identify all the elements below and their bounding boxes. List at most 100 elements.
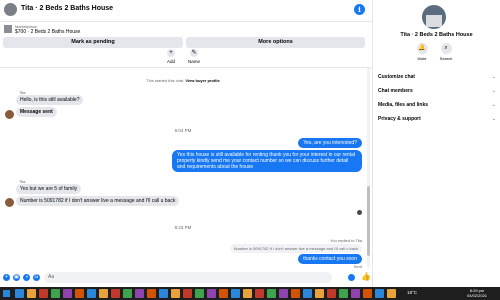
pencil-icon: ✎	[190, 49, 198, 57]
taskbar-app-icon[interactable]	[255, 289, 264, 298]
taskbar-app-icon[interactable]	[327, 289, 336, 298]
menu-item-label: Media, files and links	[378, 102, 429, 108]
message-list: This started this chat. View buyer profi…	[0, 68, 366, 269]
chevron-down-icon: ⌄	[491, 74, 496, 80]
thumbs-up-icon[interactable]: 👍	[361, 273, 371, 281]
composer: + ▣ ◑ G Aa 👍	[0, 270, 371, 287]
taskbar-app-icon[interactable]	[363, 289, 372, 298]
taskbar-app-icon[interactable]	[63, 289, 72, 298]
sender-avatar[interactable]	[5, 110, 14, 119]
name-label: Name	[187, 59, 200, 64]
taskbar-app-icon[interactable]	[351, 289, 360, 298]
mute-label: Mute	[417, 56, 427, 61]
listing-avatar	[422, 5, 446, 29]
chevron-down-icon: ⌄	[491, 102, 496, 108]
taskbar-app-icon[interactable]	[135, 289, 144, 298]
windows-start-icon[interactable]	[3, 290, 10, 297]
taskbar-app-icon[interactable]	[279, 289, 288, 298]
taskbar-app-icon[interactable]	[39, 289, 48, 298]
more-options-button[interactable]: More options	[186, 37, 365, 48]
incoming-message[interactable]: Number is 5091782 if I don't answer live…	[16, 196, 180, 206]
emoji-icon[interactable]	[348, 274, 355, 281]
taskbar-app-icon[interactable]	[291, 289, 300, 298]
chevron-down-icon: ⌄	[491, 88, 496, 94]
taskbar-app-icon[interactable]	[15, 289, 24, 298]
sender-avatar[interactable]	[5, 198, 14, 207]
plus-icon: +	[167, 49, 175, 57]
menu-customize-chat[interactable]: Customize chat ⌄	[378, 73, 496, 81]
scrollbar[interactable]	[367, 68, 370, 268]
taskbar-app-icon[interactable]	[195, 289, 204, 298]
taskbar-app-icon[interactable]	[159, 289, 168, 298]
clock-date: 04/02/2021	[467, 293, 488, 298]
taskbar-app-icon[interactable]	[87, 289, 96, 298]
sticker-icon[interactable]: ◑	[23, 274, 30, 281]
search-label: Search	[439, 56, 453, 61]
menu-privacy-support[interactable]: Privacy & support ⌄	[378, 115, 496, 123]
name-button[interactable]: ✎ Name	[179, 49, 209, 67]
info-icon[interactable]: i	[354, 4, 365, 15]
chevron-down-icon: ⌄	[491, 116, 496, 122]
taskbar-app-icon[interactable]	[99, 289, 108, 298]
weather-readout[interactable]: 18°C	[407, 290, 417, 295]
mute-button[interactable]: 🔔 Mute	[411, 43, 433, 61]
timestamp: 8:23 PM	[174, 225, 192, 230]
chat-window: Tita · 2 Beds 2 Baths House i Marketplac…	[0, 0, 371, 287]
started-note-text: This started this chat.	[146, 78, 185, 83]
chat-started-note: This started this chat. View buyer profi…	[0, 78, 366, 83]
menu-media-files-links[interactable]: Media, files and links ⌄	[378, 101, 496, 109]
taskbar-app-icon[interactable]	[183, 289, 192, 298]
incoming-message[interactable]: Yes but we are 5 of family	[16, 184, 82, 194]
listing-action-bar: Mark as pending More options	[3, 37, 365, 48]
taskbar-app-icon[interactable]	[303, 289, 312, 298]
taskbar-app-icon[interactable]	[375, 289, 384, 298]
taskbar-app-icon[interactable]	[339, 289, 348, 298]
reaction-icon[interactable]	[357, 210, 362, 215]
outgoing-message[interactable]: thanks contact you soon	[298, 254, 362, 264]
sent-status: Sent	[353, 264, 362, 269]
outgoing-message[interactable]: Yes this house is still available for re…	[172, 150, 362, 172]
menu-item-label: Customize chat	[378, 74, 415, 80]
info-panel: Tita · 2 Beds 2 Baths House 🔔 Mute ⌕ Sea…	[372, 0, 500, 287]
listing-thumbnail	[4, 25, 12, 33]
taskbar: 18°C 8:25 pm 04/02/2021	[0, 287, 500, 300]
panel-title: Tita · 2 Beds 2 Baths House	[400, 32, 473, 38]
taskbar-app-icon[interactable]	[243, 289, 252, 298]
view-buyer-profile-link[interactable]: View buyer profile	[185, 78, 219, 83]
taskbar-app-icon[interactable]	[387, 289, 396, 298]
taskbar-app-icon[interactable]	[231, 289, 240, 298]
taskbar-app-icon[interactable]	[123, 289, 132, 298]
search-button[interactable]: ⌕ Search	[435, 43, 457, 61]
bell-icon: 🔔	[416, 43, 428, 54]
listing-banner[interactable]: Marketplace $700 · 2 Beds 2 Baths House	[0, 23, 371, 37]
image-icon[interactable]: ▣	[13, 274, 20, 281]
taskbar-app-icon[interactable]	[219, 289, 228, 298]
taskbar-app-icon[interactable]	[315, 289, 324, 298]
clock[interactable]: 8:25 pm 04/02/2021	[467, 288, 487, 298]
taskbar-app-icon[interactable]	[171, 289, 180, 298]
menu-item-label: Chat members	[378, 88, 413, 94]
taskbar-app-icon[interactable]	[27, 289, 36, 298]
taskbar-app-icon[interactable]	[111, 289, 120, 298]
taskbar-app-icon[interactable]	[75, 289, 84, 298]
taskbar-app-icon[interactable]	[267, 289, 276, 298]
mark-as-pending-button[interactable]: Mark as pending	[3, 37, 183, 48]
menu-chat-members[interactable]: Chat members ⌄	[378, 87, 496, 95]
menu-item-label: Privacy & support	[378, 116, 421, 122]
reply-note: You replied to Tita	[330, 238, 362, 243]
plus-icon[interactable]: +	[3, 274, 10, 281]
outgoing-message[interactable]: Yes, are you interested?	[298, 138, 362, 148]
timestamp: 6:04 PM	[174, 128, 192, 133]
listing-summary: $700 · 2 Beds 2 Baths House	[15, 29, 81, 35]
taskbar-app-icon[interactable]	[51, 289, 60, 298]
reply-quote[interactable]: Number is 5091782 if I don't answer live…	[229, 244, 362, 253]
scrollbar-thumb[interactable]	[367, 186, 370, 256]
gif-icon[interactable]: G	[33, 274, 40, 281]
incoming-message[interactable]: Hello, is this still available?	[16, 95, 84, 105]
message-input[interactable]: Aa	[44, 272, 332, 283]
taskbar-app-icon[interactable]	[207, 289, 216, 298]
incoming-message[interactable]: Message sent	[16, 107, 57, 117]
chat-title[interactable]: Tita · 2 Beds 2 Baths House	[21, 5, 113, 12]
chat-avatar[interactable]	[4, 3, 17, 16]
taskbar-app-icon[interactable]	[147, 289, 156, 298]
